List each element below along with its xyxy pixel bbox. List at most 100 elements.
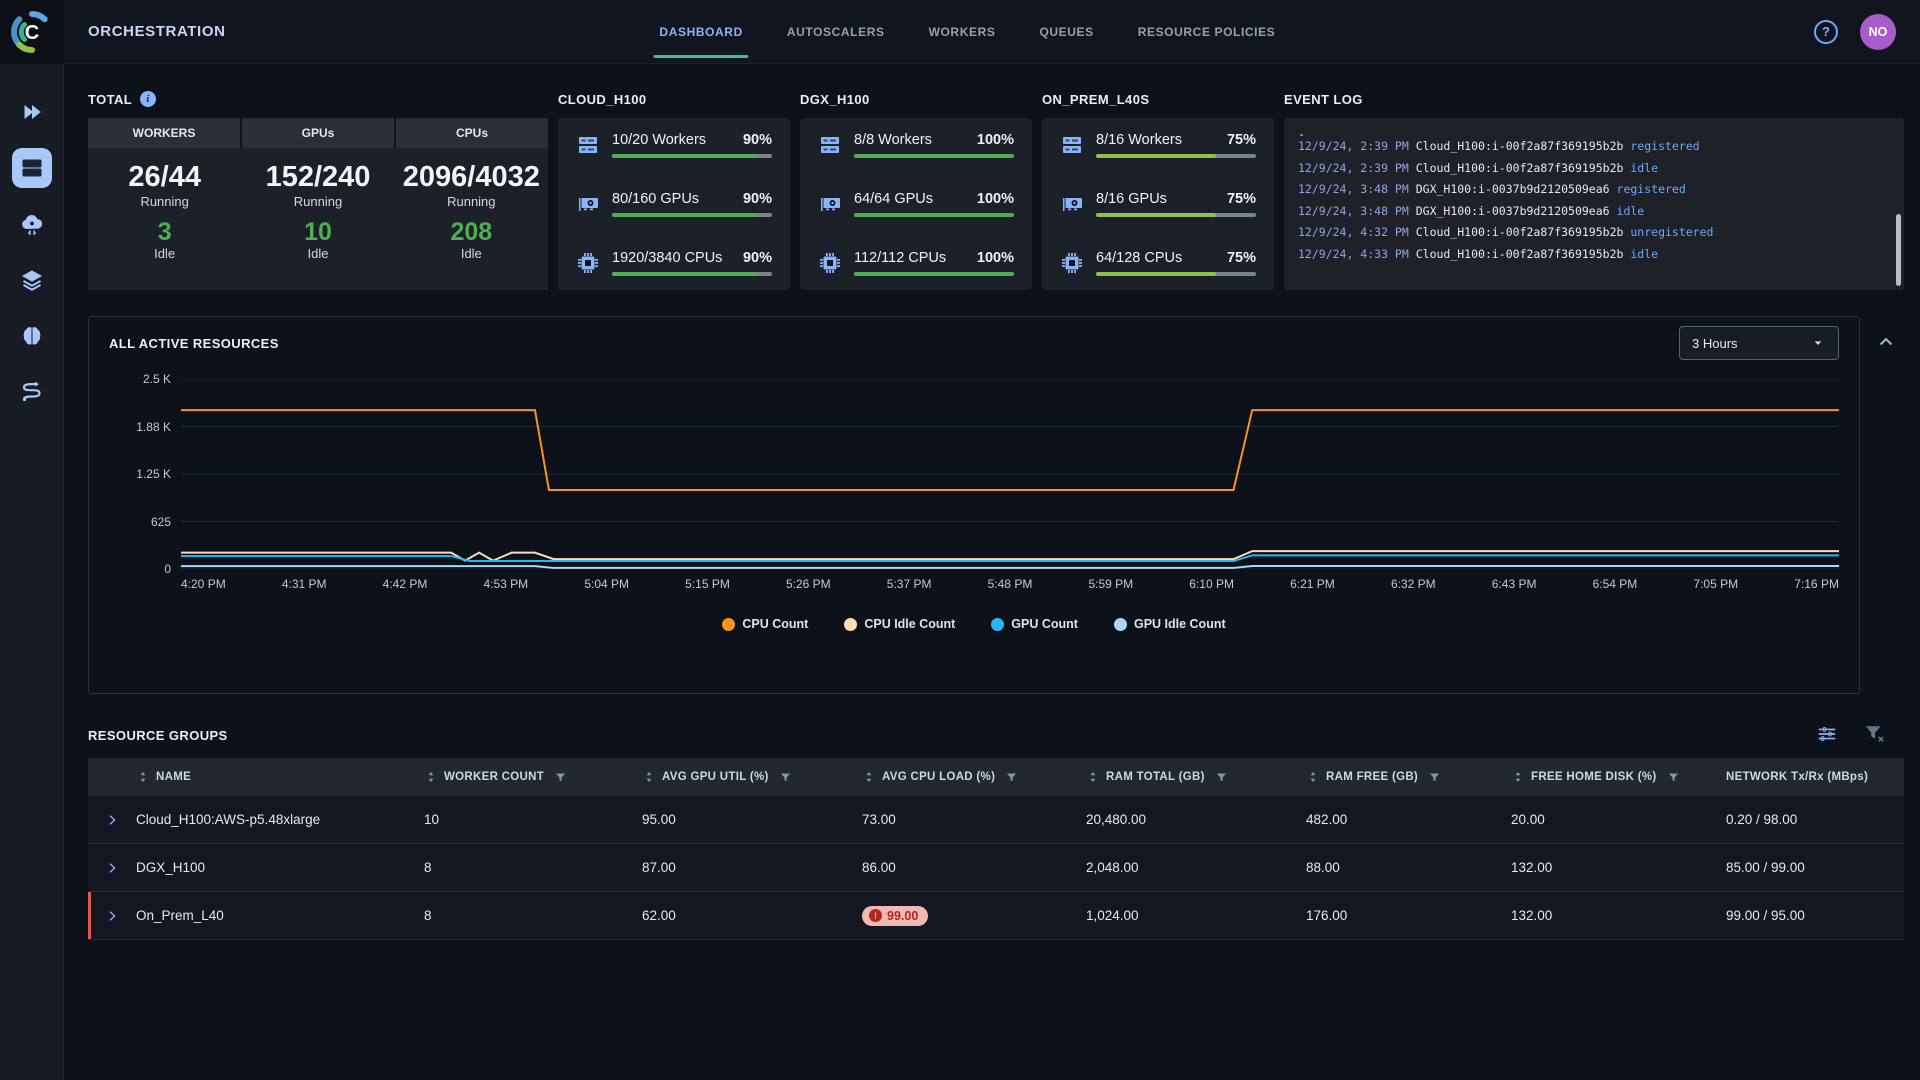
cluster-stat-workers: 8/16 Workers75% — [1060, 132, 1256, 158]
legend-dot — [991, 618, 1004, 631]
x-axis-label: 6:10 PM — [1189, 577, 1234, 591]
tab-resource-policies[interactable]: RESOURCE POLICIES — [1138, 0, 1276, 64]
server-rack-icon — [818, 133, 842, 157]
filter-icon[interactable] — [1215, 771, 1228, 784]
series-cpu-count — [181, 410, 1839, 490]
legend-item-cpu-idle-count[interactable]: CPU Idle Count — [844, 617, 955, 631]
log-entry: 12/9/24, 3:48 PM DGX_H100:i-0037b9d21205… — [1298, 201, 1890, 223]
expand-row-button[interactable] — [96, 813, 128, 827]
filter-icon[interactable] — [1428, 771, 1441, 784]
column-header-free-home-disk[interactable]: FREE HOME DISK (%) — [1503, 770, 1718, 784]
sidebar-item-models[interactable] — [12, 316, 52, 356]
workers-idle-value: 3 — [158, 219, 172, 247]
server-rack-icon — [576, 133, 600, 157]
sort-icon[interactable] — [1306, 770, 1320, 784]
log-entry: 12/9/24, 3:48 PM DGX_H100:i-0037b9d21205… — [1298, 179, 1890, 201]
sort-icon[interactable] — [136, 770, 150, 784]
event-log-box[interactable]: - _ 12/9/24, 2:39 PM Cloud_H100:i-00f2a8… — [1284, 118, 1904, 290]
column-header-network[interactable]: NETWORK Tx/Rx (MBps) — [1718, 771, 1904, 783]
chevron-up-icon — [1876, 332, 1896, 352]
total-tabs: WORKERS GPUs CPUs — [88, 118, 548, 148]
cell-ram-total: 1,024.00 — [1078, 908, 1298, 923]
cell-avg-cpu-load: 86.00 — [854, 860, 1078, 875]
chart-plot[interactable] — [181, 379, 1839, 569]
tab-dashboard[interactable]: DASHBOARD — [659, 0, 742, 64]
cell-free-home-disk: 20.00 — [1503, 812, 1718, 827]
cell-avg-cpu-load: !99.00 — [854, 906, 1078, 926]
sort-icon[interactable] — [862, 770, 876, 784]
progress-fill — [854, 272, 1014, 276]
column-header-ram-total[interactable]: RAM TOTAL (GB) — [1078, 770, 1298, 784]
stat-label: 10/20 Workers — [612, 132, 706, 148]
total-tab-workers[interactable]: WORKERS — [88, 118, 240, 148]
server-rack-icon — [20, 156, 44, 180]
tab-queues[interactable]: QUEUES — [1039, 0, 1093, 64]
column-header-avg-gpu-util[interactable]: AVG GPU UTIL (%) — [634, 770, 854, 784]
series-gpu-idle-count — [181, 566, 1839, 568]
sort-icon[interactable] — [1511, 770, 1525, 784]
table-row-cloud-h100[interactable]: Cloud_H100:AWS-p5.48xlarge 10 95.00 73.0… — [88, 796, 1904, 844]
gpu-card-icon — [576, 192, 600, 216]
chart-x-axis: 4:20 PM4:31 PM4:42 PM4:53 PM5:04 PM5:15 … — [181, 577, 1839, 591]
sidebar-item-autoscalers[interactable] — [12, 204, 52, 244]
progress-bar — [612, 272, 772, 276]
stat-label: 80/160 GPUs — [612, 191, 699, 207]
help-icon[interactable]: ? — [1814, 20, 1838, 44]
info-icon[interactable]: i — [140, 91, 156, 107]
cluster-stat-gpus: 64/64 GPUs100% — [818, 191, 1014, 217]
time-range-select[interactable]: 3 Hours — [1679, 326, 1839, 360]
cluster-panel-on-prem-l40s: ON_PREM_L40S 8/16 Workers75% — [1042, 80, 1274, 290]
sort-icon[interactable] — [424, 770, 438, 784]
log-entry: 12/9/24, 4:32 PM Cloud_H100:i-00f2a87f36… — [1298, 222, 1890, 244]
total-tab-cpus[interactable]: CPUs — [396, 118, 548, 148]
cluster-stat-gpus: 80/160 GPUs 90% — [576, 191, 772, 217]
total-tab-gpus[interactable]: GPUs — [242, 118, 394, 148]
x-axis-label: 7:16 PM — [1794, 577, 1839, 591]
y-axis-label: 625 — [151, 515, 171, 529]
legend-item-gpu-count[interactable]: GPU Count — [991, 617, 1078, 631]
total-body: 26/44 Running 3 Idle 152/240 Running 10 … — [88, 148, 548, 290]
column-header-name[interactable]: NAME — [128, 770, 416, 784]
legend-item-gpu-idle-count[interactable]: GPU Idle Count — [1114, 617, 1226, 631]
sidebar-item-queues[interactable] — [12, 260, 52, 300]
sort-icon[interactable] — [642, 770, 656, 784]
scrollbar-thumb[interactable] — [1896, 214, 1901, 286]
column-settings-button[interactable] — [1816, 723, 1838, 748]
progress-fill — [1096, 213, 1216, 217]
filter-icon[interactable] — [554, 771, 567, 784]
table-row-dgx-h100[interactable]: DGX_H100 8 87.00 86.00 2,048.00 88.00 13… — [88, 844, 1904, 892]
progress-bar — [854, 154, 1014, 158]
avatar[interactable]: NO — [1860, 14, 1896, 50]
stat-percent: 90% — [743, 191, 772, 207]
x-axis-label: 5:48 PM — [988, 577, 1033, 591]
column-header-worker-count[interactable]: WORKER COUNT — [416, 770, 634, 784]
table-row-on-prem-l40[interactable]: On_Prem_L40 8 62.00 !99.00 1,024.00 176.… — [88, 892, 1904, 940]
sort-icon[interactable] — [1086, 770, 1100, 784]
sidebar-item-fast-forward[interactable] — [12, 92, 52, 132]
filter-icon[interactable] — [779, 771, 792, 784]
cluster-title: DGX_H100 — [800, 92, 870, 107]
column-header-avg-cpu-load[interactable]: AVG CPU LOAD (%) — [854, 770, 1078, 784]
column-header-ram-free[interactable]: RAM FREE (GB) — [1298, 770, 1503, 784]
y-axis-label: 1.88 K — [136, 420, 171, 434]
progress-fill — [1096, 272, 1216, 276]
legend-item-cpu-count[interactable]: CPU Count — [722, 617, 808, 631]
cell-ram-free: 482.00 — [1298, 812, 1503, 827]
main-column: ORCHESTRATION DASHBOARD AUTOSCALERS WORK… — [64, 0, 1920, 1080]
filter-icon[interactable] — [1005, 771, 1018, 784]
filter-icon[interactable] — [1667, 771, 1680, 784]
sidebar-item-workers[interactable] — [12, 148, 52, 188]
app-logo[interactable]: C — [0, 0, 64, 64]
legend-dot — [844, 618, 857, 631]
collapse-panel-button[interactable] — [1868, 316, 1904, 368]
expand-row-button[interactable] — [96, 861, 128, 875]
tab-autoscalers[interactable]: AUTOSCALERS — [787, 0, 885, 64]
expand-row-button[interactable] — [96, 909, 128, 923]
tab-workers[interactable]: WORKERS — [929, 0, 996, 64]
sidebar-item-pipelines[interactable] — [12, 372, 52, 412]
cell-worker-count: 8 — [416, 908, 634, 923]
clear-filters-button[interactable] — [1864, 723, 1886, 748]
chart-row: ALL ACTIVE RESOURCES 3 Hours 2.5 K1.88 K… — [88, 316, 1904, 694]
x-axis-label: 6:21 PM — [1290, 577, 1335, 591]
progress-fill — [612, 272, 756, 276]
